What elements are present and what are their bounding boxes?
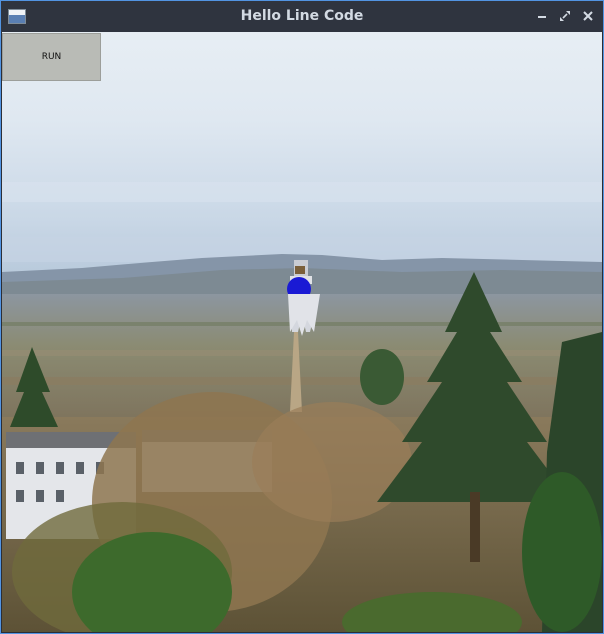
run-button[interactable]: RUN — [2, 33, 101, 81]
minimize-icon[interactable] — [533, 7, 551, 25]
title-bar[interactable]: Hello Line Code — [1, 1, 603, 32]
landscape-background — [2, 32, 602, 632]
window-title: Hello Line Code — [240, 8, 364, 24]
app-window: Hello Line Code RUN — [0, 0, 604, 634]
close-icon[interactable] — [579, 7, 597, 25]
maximize-icon[interactable] — [556, 7, 574, 25]
drawing-canvas[interactable] — [2, 32, 602, 632]
